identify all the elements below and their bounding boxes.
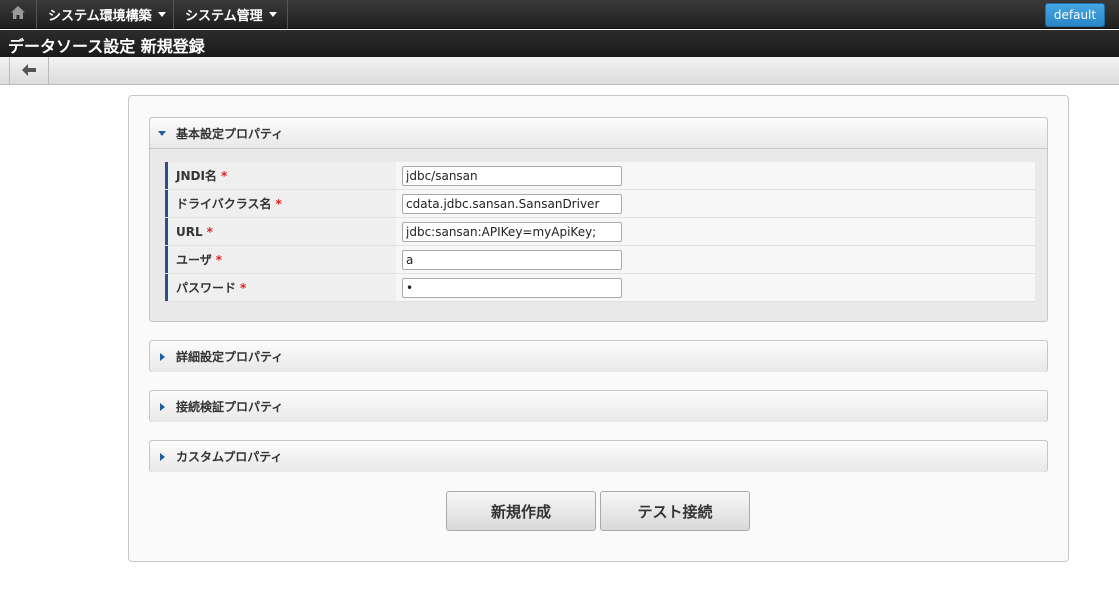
form-row-password: パスワード * — [165, 274, 1035, 302]
required-mark: * — [215, 252, 223, 267]
home-button[interactable] — [0, 0, 37, 29]
page-title: データソース設定 新規登録 — [8, 37, 205, 56]
menu-system-environment[interactable]: システム環境構築 — [37, 0, 174, 29]
url-input[interactable] — [402, 221, 622, 242]
title-bar: データソース設定 新規登録 — [0, 30, 1119, 57]
section-header-basic[interactable]: 基本設定プロパティ — [150, 118, 1047, 149]
required-mark: * — [240, 280, 247, 295]
field-value-cell — [396, 246, 1035, 273]
field-label-password: パスワード * — [165, 274, 396, 301]
user-button[interactable]: default — [1045, 3, 1105, 27]
basic-properties-form: JNDI名 * ドライバクラス名 * URL * — [165, 162, 1035, 302]
field-value-cell — [396, 274, 1035, 301]
field-label-driver-class: ドライバクラス名 * — [165, 190, 396, 217]
section-detail-properties: 詳細設定プロパティ — [149, 340, 1048, 372]
form-row-user: ユーザ * — [165, 246, 1035, 274]
label-text: URL — [176, 224, 203, 239]
main-panel: 基本設定プロパティ JNDI名 * ドライバクラス名 * — [128, 95, 1069, 562]
toolbar — [0, 57, 1119, 85]
field-label-user: ユーザ * — [165, 246, 396, 273]
jndi-name-input[interactable] — [402, 165, 622, 186]
form-row-url: URL * — [165, 218, 1035, 246]
section-title: 詳細設定プロパティ — [176, 350, 284, 364]
section-header-detail[interactable]: 詳細設定プロパティ — [150, 341, 1047, 372]
section-custom-properties: カスタムプロパティ — [149, 440, 1048, 472]
test-connection-button[interactable]: テスト接続 — [600, 491, 750, 531]
action-bar: 新規作成 テスト接続 — [129, 491, 1070, 531]
field-label-jndi: JNDI名 * — [165, 162, 396, 189]
section-basic-properties: 基本設定プロパティ JNDI名 * ドライバクラス名 * — [149, 117, 1048, 322]
required-mark: * — [220, 168, 228, 183]
label-text: ドライバクラス名 — [176, 197, 272, 211]
create-button[interactable]: 新規作成 — [446, 491, 596, 531]
section-title: カスタムプロパティ — [176, 450, 283, 464]
home-icon — [10, 5, 26, 24]
field-value-cell — [396, 190, 1035, 217]
triangle-down-icon — [158, 130, 166, 136]
section-header-connection[interactable]: 接続検証プロパティ — [150, 391, 1047, 422]
section-title: 接続検証プロパティ — [176, 400, 284, 414]
section-connection-properties: 接続検証プロパティ — [149, 390, 1048, 422]
triangle-right-icon — [160, 352, 165, 361]
required-mark: * — [206, 224, 213, 239]
form-row-jndi: JNDI名 * — [165, 162, 1035, 190]
field-label-url: URL * — [165, 218, 396, 245]
field-value-cell — [396, 218, 1035, 245]
menu-system-admin[interactable]: システム管理 — [174, 0, 288, 29]
label-text: ユーザ — [176, 253, 212, 267]
arrow-left-icon — [22, 61, 36, 80]
top-nav-bar: システム環境構築 システム管理 default — [0, 0, 1119, 29]
section-title: 基本設定プロパティ — [176, 126, 284, 141]
triangle-right-icon — [160, 452, 165, 461]
form-row-driver-class: ドライバクラス名 * — [165, 190, 1035, 218]
driver-class-input[interactable] — [402, 193, 622, 214]
field-value-cell — [396, 162, 1035, 189]
menu-label: システム環境構築 — [48, 9, 152, 24]
chevron-down-icon — [157, 12, 166, 17]
chevron-down-icon — [268, 12, 277, 17]
required-mark: * — [275, 196, 282, 211]
password-input[interactable] — [402, 277, 622, 298]
triangle-right-icon — [160, 402, 165, 411]
menu-label: システム管理 — [185, 9, 263, 24]
label-text: JNDI名 — [176, 169, 217, 183]
section-header-custom[interactable]: カスタムプロパティ — [150, 441, 1047, 472]
back-button[interactable] — [9, 57, 49, 84]
label-text: パスワード — [176, 281, 237, 295]
user-input[interactable] — [402, 249, 622, 270]
